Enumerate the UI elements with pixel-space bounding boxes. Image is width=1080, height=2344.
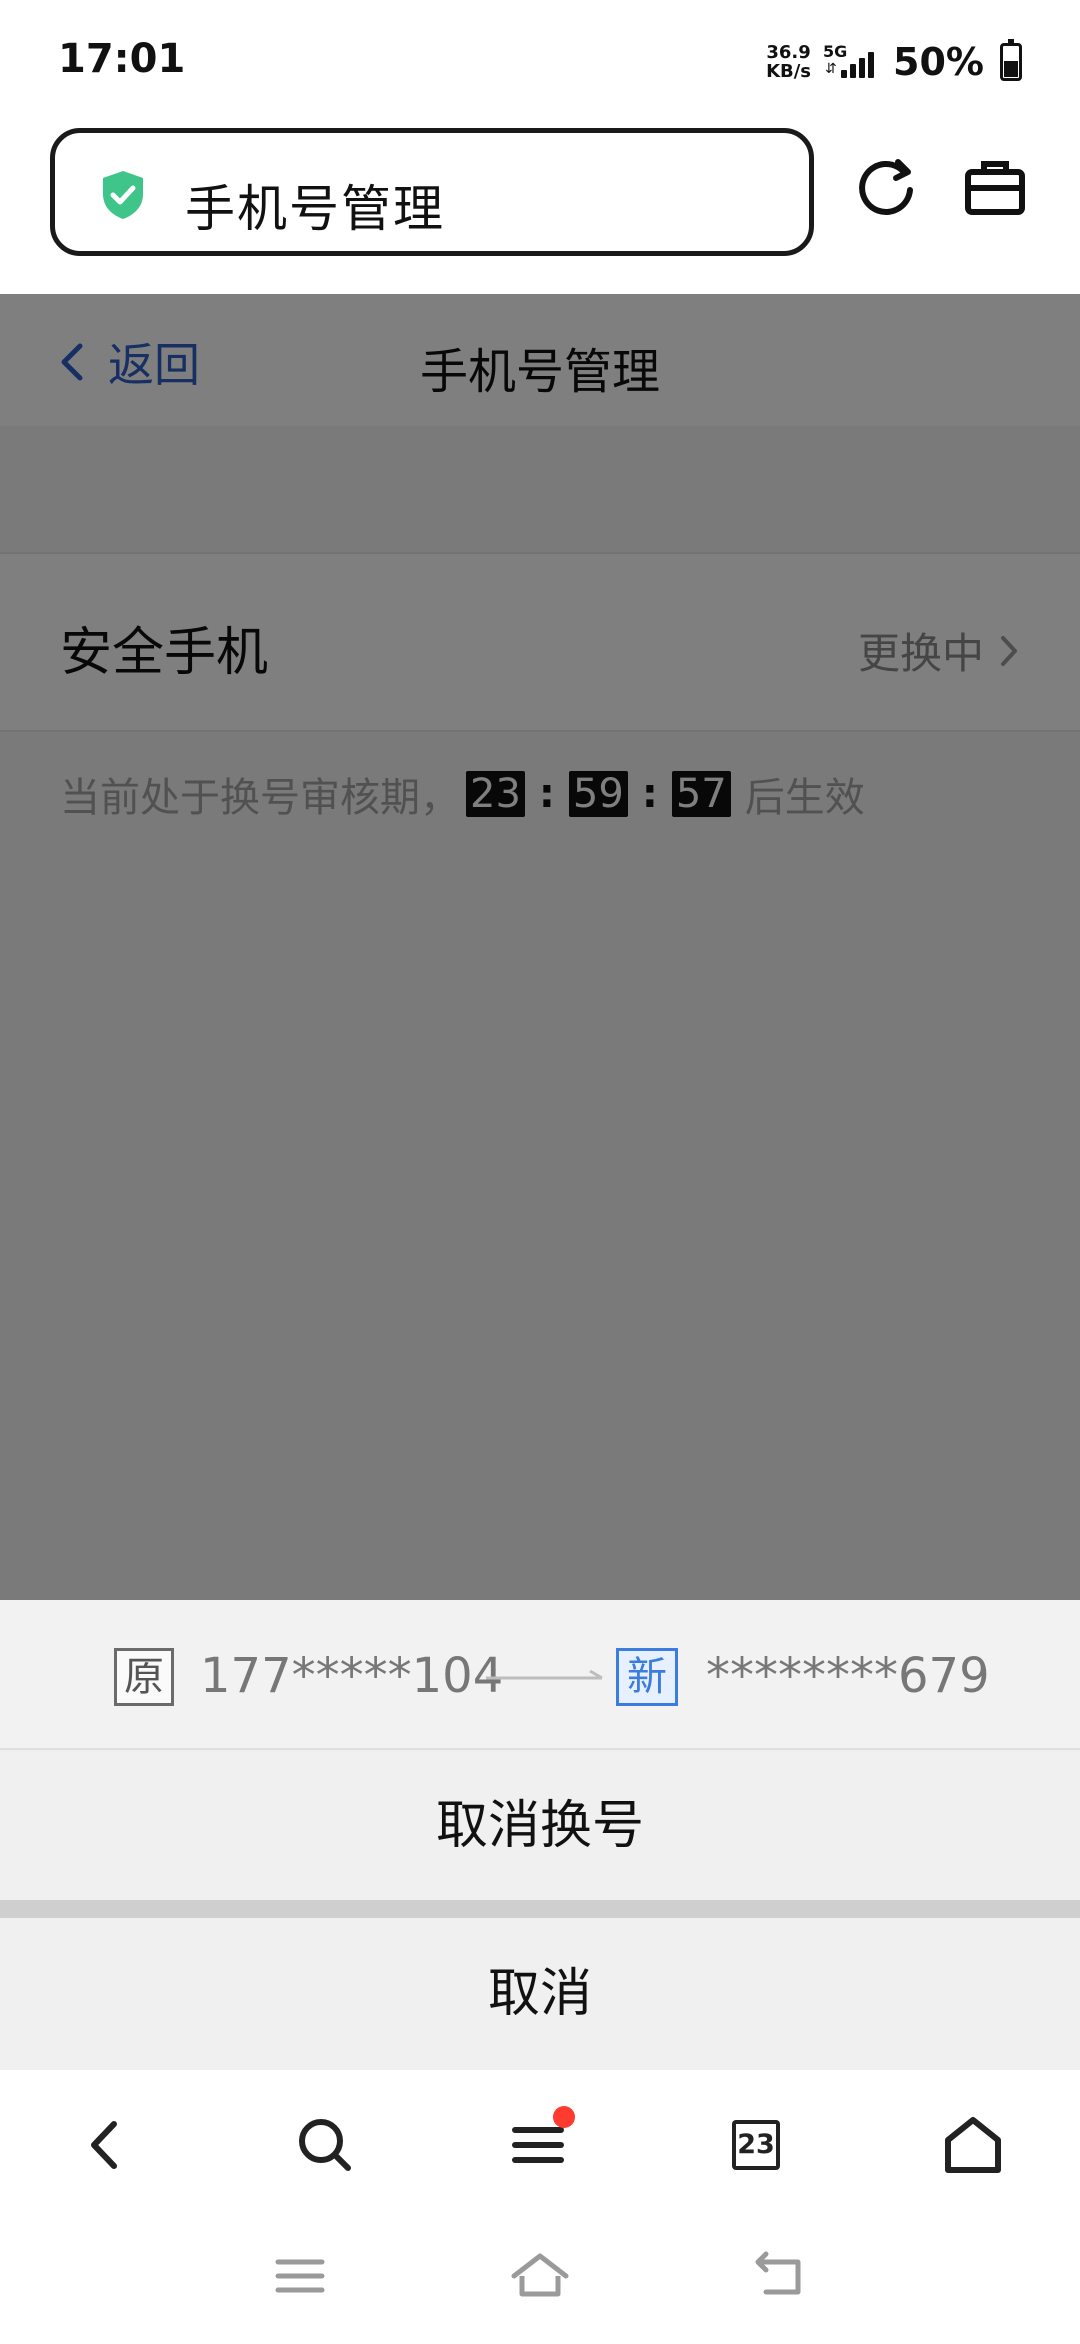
new-number: ********679 [706,1648,990,1704]
status-bar: 17:01 36.9 KB/s 5G ⇵ 50% [0,0,1080,120]
system-navigation-bar [0,2220,1080,2344]
refresh-icon[interactable] [852,152,922,222]
network-speed-unit: KB/s [766,61,812,82]
sheet-divider [0,1900,1080,1918]
tabs-button[interactable]: 23 [720,2110,790,2180]
old-number: 177*****104 [200,1648,504,1704]
recent-apps-icon[interactable] [268,2246,332,2306]
toolbox-icon[interactable] [960,152,1030,222]
address-text: 手机号管理 [185,180,445,238]
cellular-signal-icon: 5G ⇵ [823,42,881,82]
new-number-tag: 新 [616,1648,678,1706]
browser-toolbar: 23 [0,2070,1080,2220]
number-change-info: 原 177*****104 新 ********679 [0,1600,1080,1750]
modal-overlay[interactable] [0,294,1080,1600]
cancel-button[interactable]: 取消 [0,1918,1080,2070]
system-back-icon[interactable] [748,2246,812,2306]
arrow-right-icon [486,1669,603,1680]
menu-button[interactable] [505,2106,575,2180]
status-time: 17:01 [58,36,186,82]
network-speed-value: 36.9 [766,42,811,63]
back-arrow-icon[interactable] [72,2110,142,2180]
signal-bars-icon [841,52,875,78]
status-indicators: 36.9 KB/s 5G ⇵ 50% [766,38,1022,86]
battery-percent: 50% [893,40,984,84]
old-number-tag: 原 [114,1648,174,1706]
security-shield-icon [103,171,143,219]
action-sheet: 原 177*****104 新 ********679 取消换号 取消 [0,1600,1080,2070]
network-speed: 36.9 KB/s [766,43,811,81]
search-icon[interactable] [290,2110,360,2180]
address-bar[interactable]: 手机号管理 [50,128,814,256]
cancel-number-change-button[interactable]: 取消换号 [0,1752,1080,1900]
data-arrows-icon: ⇵ [825,61,837,77]
battery-icon [1000,39,1022,81]
home-icon[interactable] [938,2110,1008,2180]
system-home-icon[interactable] [508,2246,572,2306]
notification-dot [553,2106,575,2128]
tabs-count: 23 [732,2120,780,2170]
